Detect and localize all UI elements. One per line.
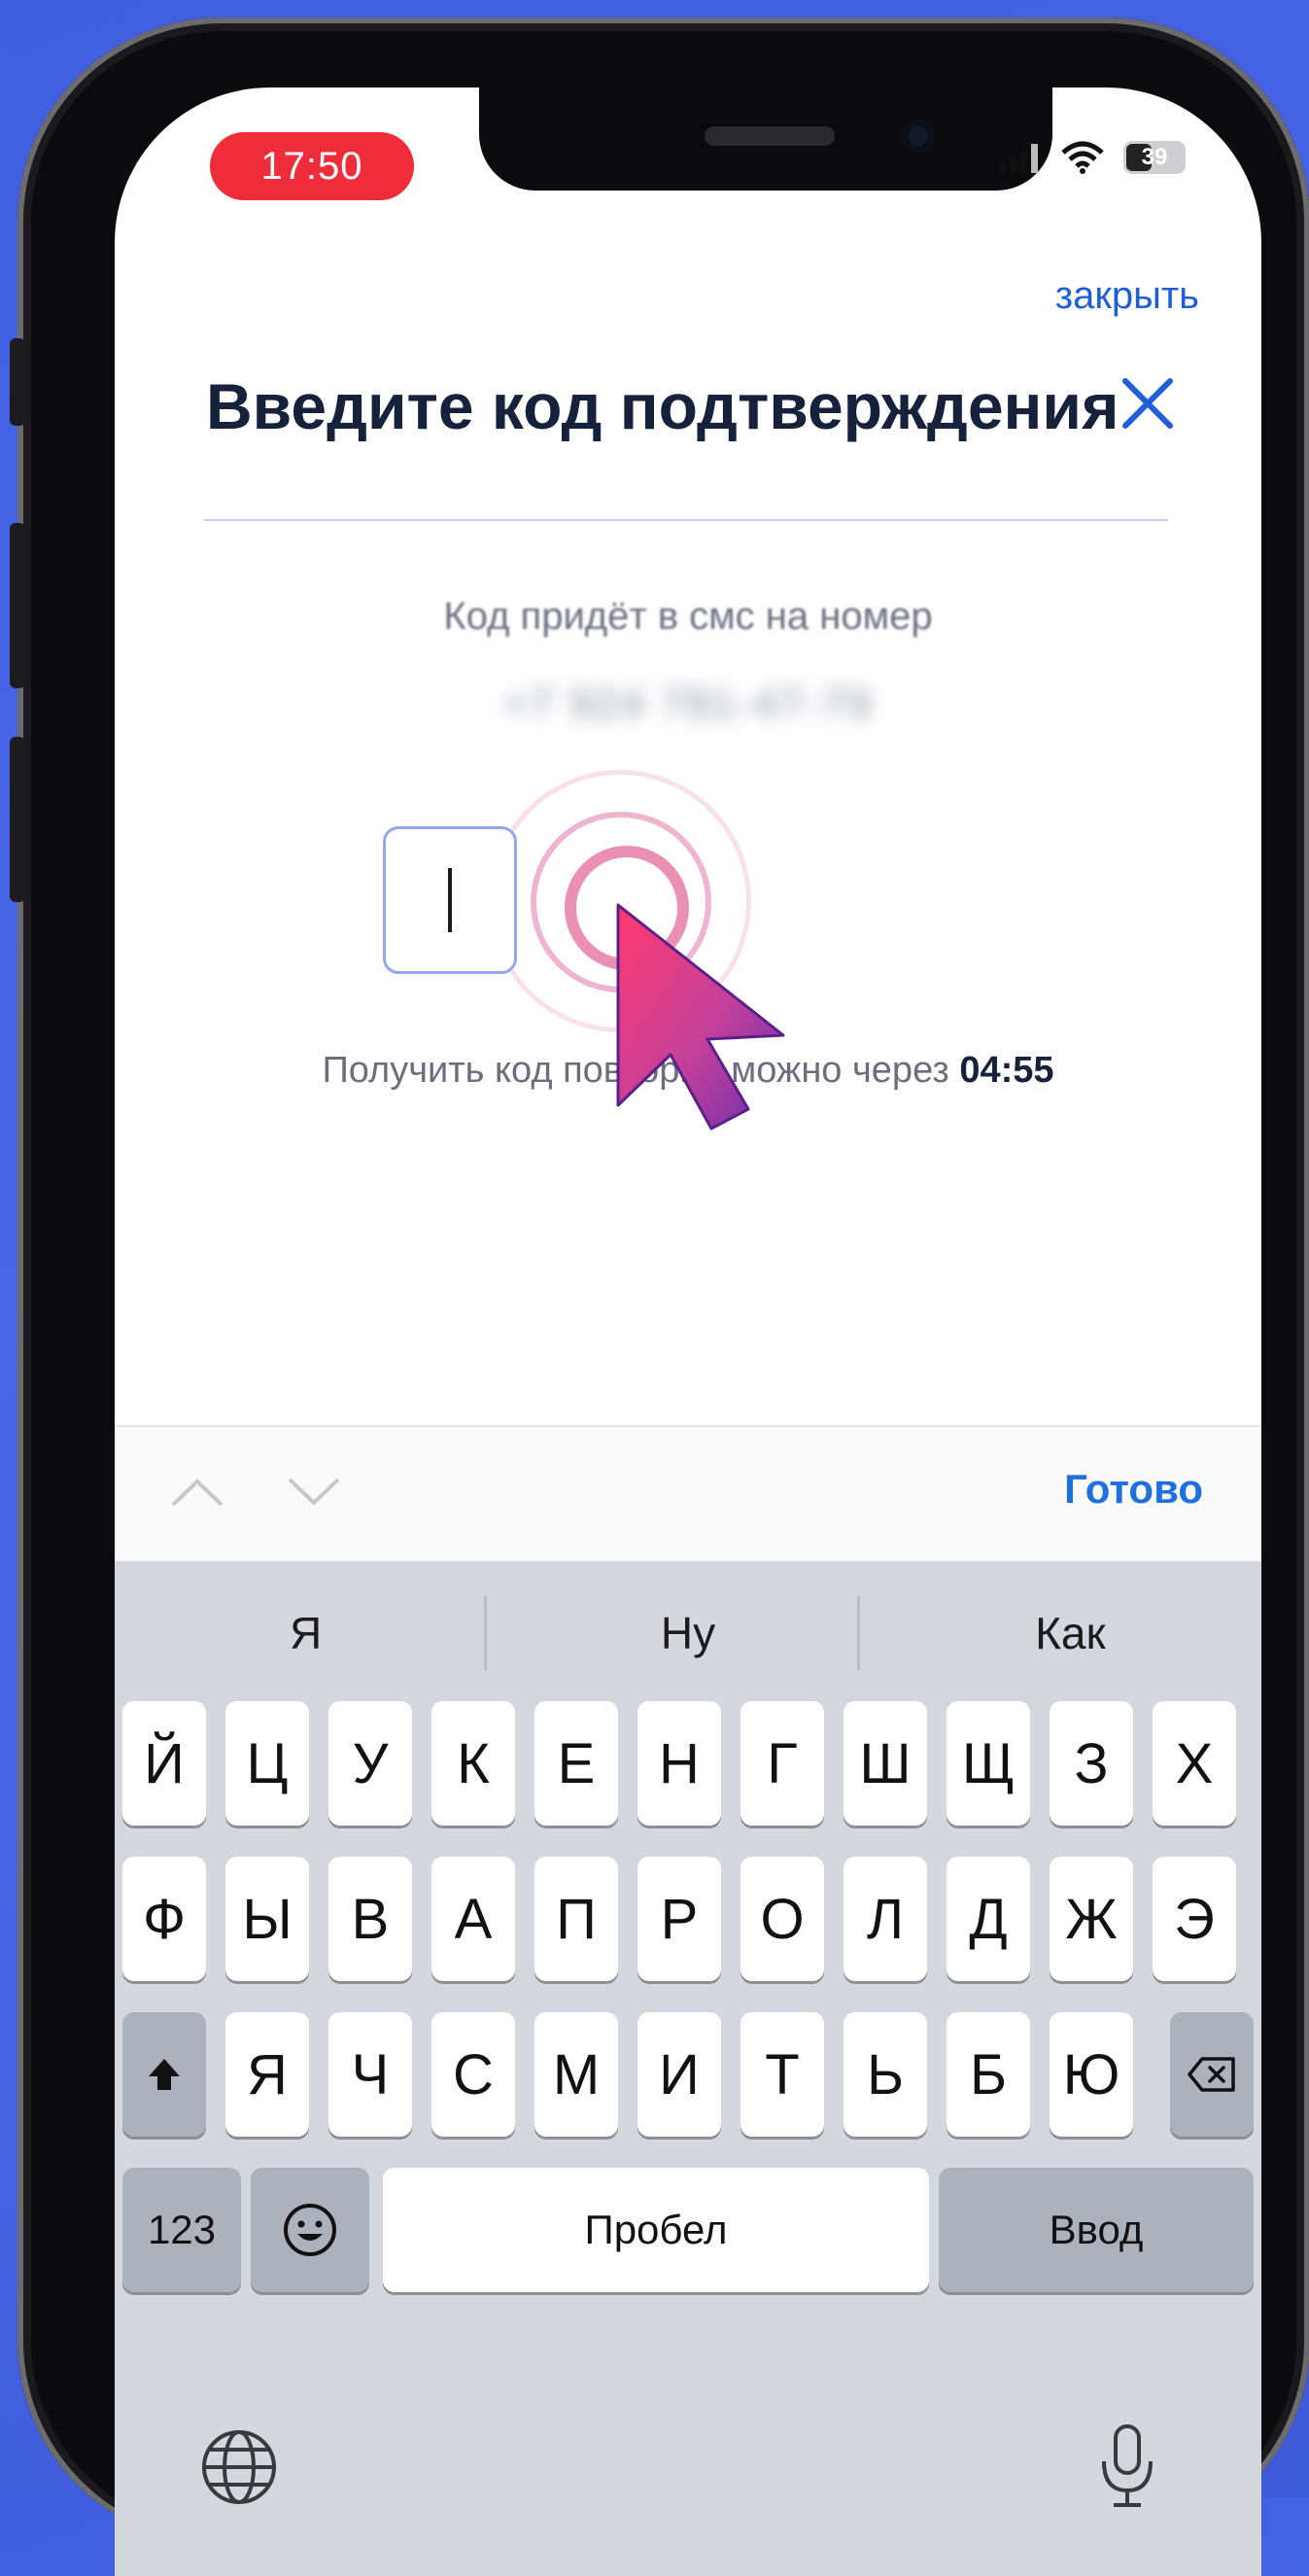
key-row3-5[interactable]: И — [637, 2012, 721, 2137]
wifi-icon — [1061, 141, 1104, 174]
suggestion-item[interactable]: Ну — [497, 1561, 878, 1705]
close-link[interactable]: закрыть — [1055, 274, 1199, 318]
shift-key[interactable] — [122, 2012, 206, 2137]
chevron-down-icon[interactable] — [286, 1476, 342, 1509]
signal-icon — [999, 144, 1038, 173]
key-row3-3[interactable]: С — [431, 2012, 515, 2137]
done-button[interactable]: Готово — [1064, 1466, 1203, 1513]
resend-timer: 04:55 — [959, 1050, 1054, 1091]
status-icons: 39 — [999, 141, 1186, 174]
suggestion-separator — [484, 1596, 487, 1670]
key-row1-2[interactable]: Ц — [225, 1701, 309, 1826]
key-row1-6[interactable]: Н — [637, 1701, 721, 1826]
key-row1-9[interactable]: Щ — [947, 1701, 1030, 1826]
emoji-icon — [284, 2204, 336, 2256]
numbers-key[interactable]: 123 — [122, 2168, 241, 2292]
key-row1-10[interactable]: З — [1050, 1701, 1133, 1826]
suggestion-item[interactable]: Я — [115, 1561, 497, 1705]
keyboard-toolbar: Готово — [115, 1427, 1261, 1561]
phone-number: +7 924 791-47-79 — [502, 680, 874, 728]
text-caret — [448, 868, 452, 932]
microphone-icon[interactable] — [1096, 2422, 1158, 2510]
globe-icon[interactable] — [198, 2426, 280, 2508]
key-row3-7[interactable]: Ь — [844, 2012, 927, 2137]
key-row3-9[interactable]: Ю — [1050, 2012, 1133, 2137]
keyboard: Я Ну Как ЙЦУКЕНГШЩЗХ ФЫВАПРОЛДЖЭ ЯЧСМИТЬ… — [115, 1561, 1261, 2576]
key-row1-3[interactable]: У — [328, 1701, 412, 1826]
speaker-grille — [705, 126, 835, 146]
shift-icon — [149, 2059, 180, 2090]
page-title: Введите код подтверждения — [206, 370, 1120, 442]
suggestion-bar: Я Ну Как — [115, 1561, 1261, 1705]
key-row2-1[interactable]: Ф — [122, 1857, 206, 1981]
key-row2-5[interactable]: П — [534, 1857, 618, 1981]
key-row1-7[interactable]: Г — [741, 1701, 824, 1826]
key-row3-1[interactable]: Я — [225, 2012, 309, 2137]
key-row1-4[interactable]: К — [431, 1701, 515, 1826]
key-row2-7[interactable]: О — [741, 1857, 824, 1981]
header-divider — [204, 519, 1168, 521]
key-row2-4[interactable]: А — [431, 1857, 515, 1981]
key-row1-11[interactable]: Х — [1153, 1701, 1236, 1826]
key-row1-8[interactable]: Ш — [844, 1701, 927, 1826]
key-row2-2[interactable]: Ы — [225, 1857, 309, 1981]
key-row2-11[interactable]: Э — [1153, 1857, 1236, 1981]
battery-level: 39 — [1141, 144, 1168, 170]
front-camera — [901, 119, 936, 154]
screen: 17:50 39 закрыть Введите код подтвержден… — [115, 87, 1261, 2576]
backspace-icon — [1188, 2057, 1235, 2092]
key-row3-4[interactable]: М — [534, 2012, 618, 2137]
key-row3-2[interactable]: Ч — [328, 2012, 412, 2137]
enter-key[interactable]: Ввод — [939, 2168, 1254, 2292]
status-time: 17:50 — [210, 132, 414, 200]
key-row2-9[interactable]: Д — [947, 1857, 1030, 1981]
volume-down-button — [10, 737, 25, 902]
space-key[interactable]: Пробел — [383, 2168, 929, 2292]
key-row3-6[interactable]: Т — [741, 2012, 824, 2137]
sms-hint: Код придёт в смс на номер — [443, 595, 933, 638]
close-icon[interactable] — [1116, 371, 1180, 435]
pointer-cursor-icon — [616, 903, 785, 1131]
key-row1-1[interactable]: Й — [122, 1701, 206, 1826]
mute-switch — [10, 338, 25, 426]
key-row2-8[interactable]: Л — [844, 1857, 927, 1981]
key-row2-3[interactable]: В — [328, 1857, 412, 1981]
backspace-key[interactable] — [1170, 2012, 1254, 2137]
suggestion-separator — [857, 1596, 860, 1670]
key-row1-5[interactable]: Е — [534, 1701, 618, 1826]
key-row2-6[interactable]: Р — [637, 1857, 721, 1981]
suggestion-item[interactable]: Как — [879, 1561, 1261, 1705]
volume-up-button — [10, 523, 25, 688]
key-row2-10[interactable]: Ж — [1050, 1857, 1133, 1981]
emoji-key[interactable] — [251, 2168, 369, 2292]
phone-frame: 17:50 39 закрыть Введите код подтвержден… — [10, 17, 1309, 2576]
battery-icon: 39 — [1123, 141, 1186, 174]
chevron-up-icon[interactable] — [169, 1476, 225, 1509]
key-row3-8[interactable]: Б — [947, 2012, 1030, 2137]
notch — [479, 87, 1052, 191]
code-input[interactable] — [383, 826, 517, 974]
